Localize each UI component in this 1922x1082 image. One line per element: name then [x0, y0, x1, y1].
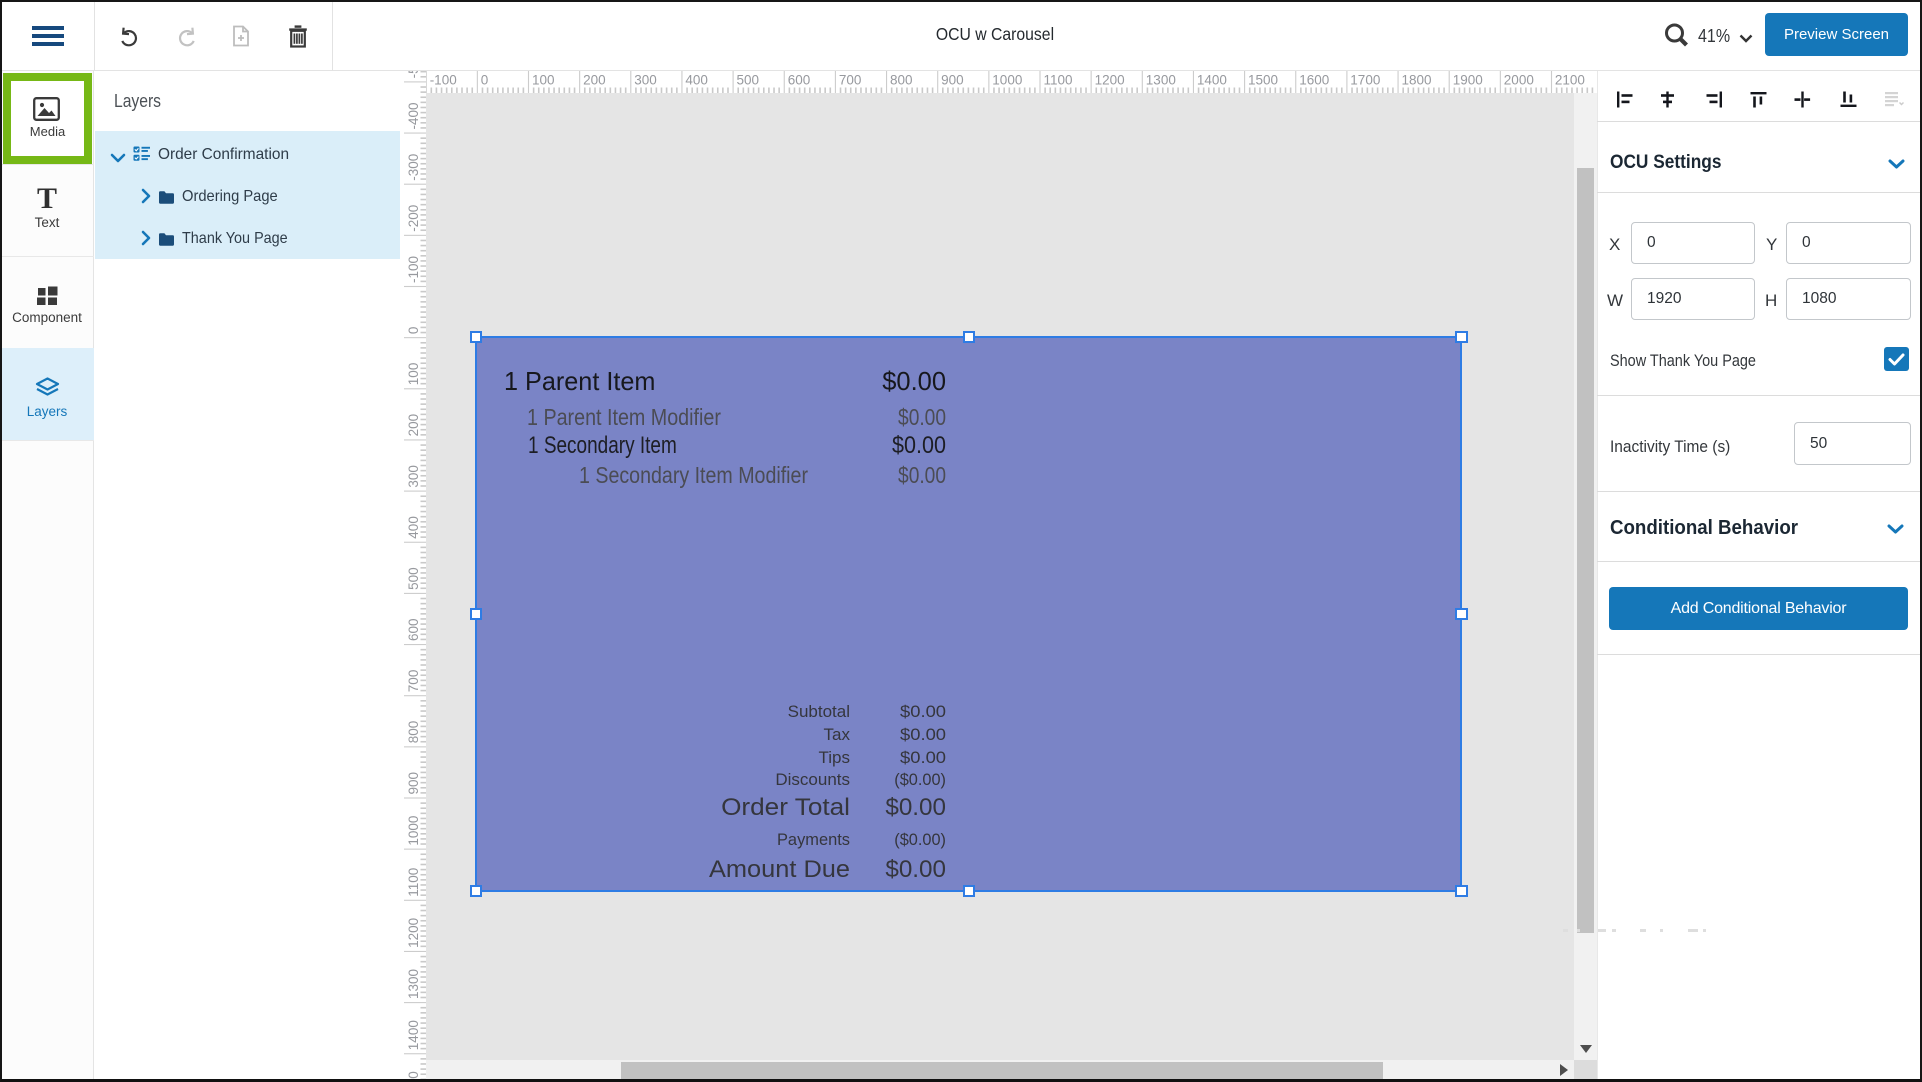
svg-text:0: 0 [406, 327, 421, 335]
svg-text:1100: 1100 [1044, 73, 1073, 88]
svg-text:400: 400 [685, 73, 708, 88]
svg-text:1900: 1900 [1453, 73, 1483, 88]
svg-text:1700: 1700 [1350, 73, 1380, 88]
svg-text:1500: 1500 [406, 1071, 421, 1080]
svg-text:-300: -300 [406, 154, 421, 181]
svg-text:-100: -100 [430, 73, 457, 88]
svg-text:200: 200 [583, 73, 606, 88]
svg-text:900: 900 [941, 73, 964, 88]
svg-text:400: 400 [406, 516, 421, 539]
svg-text:-100: -100 [406, 256, 421, 283]
svg-text:1300: 1300 [1146, 73, 1176, 88]
svg-text:100: 100 [532, 73, 555, 88]
svg-text:300: 300 [634, 73, 657, 88]
svg-text:1200: 1200 [1095, 73, 1125, 88]
svg-text:800: 800 [890, 73, 913, 88]
svg-text:1200: 1200 [406, 918, 421, 948]
svg-text:0: 0 [481, 73, 489, 88]
svg-text:300: 300 [406, 465, 421, 488]
svg-text:-200: -200 [406, 205, 421, 232]
svg-text:600: 600 [788, 73, 811, 88]
svg-text:2000: 2000 [1504, 73, 1534, 88]
svg-text:1800: 1800 [1402, 73, 1432, 88]
svg-text:900: 900 [406, 772, 421, 795]
svg-text:500: 500 [406, 567, 421, 590]
svg-text:1000: 1000 [992, 73, 1022, 88]
svg-text:1000: 1000 [406, 816, 421, 846]
svg-text:1400: 1400 [1197, 73, 1227, 88]
svg-text:1400: 1400 [406, 1020, 421, 1050]
svg-text:1500: 1500 [1248, 73, 1278, 88]
svg-text:200: 200 [406, 414, 421, 437]
svg-text:2100: 2100 [1555, 73, 1585, 88]
svg-text:100: 100 [406, 363, 421, 386]
svg-text:700: 700 [406, 670, 421, 693]
svg-text:800: 800 [406, 721, 421, 744]
svg-text:500: 500 [737, 73, 760, 88]
svg-text:600: 600 [406, 618, 421, 641]
svg-text:-500: -500 [406, 71, 421, 78]
svg-text:1600: 1600 [1299, 73, 1329, 88]
svg-text:700: 700 [839, 73, 862, 88]
svg-text:1300: 1300 [406, 969, 421, 999]
svg-text:-400: -400 [406, 102, 421, 129]
